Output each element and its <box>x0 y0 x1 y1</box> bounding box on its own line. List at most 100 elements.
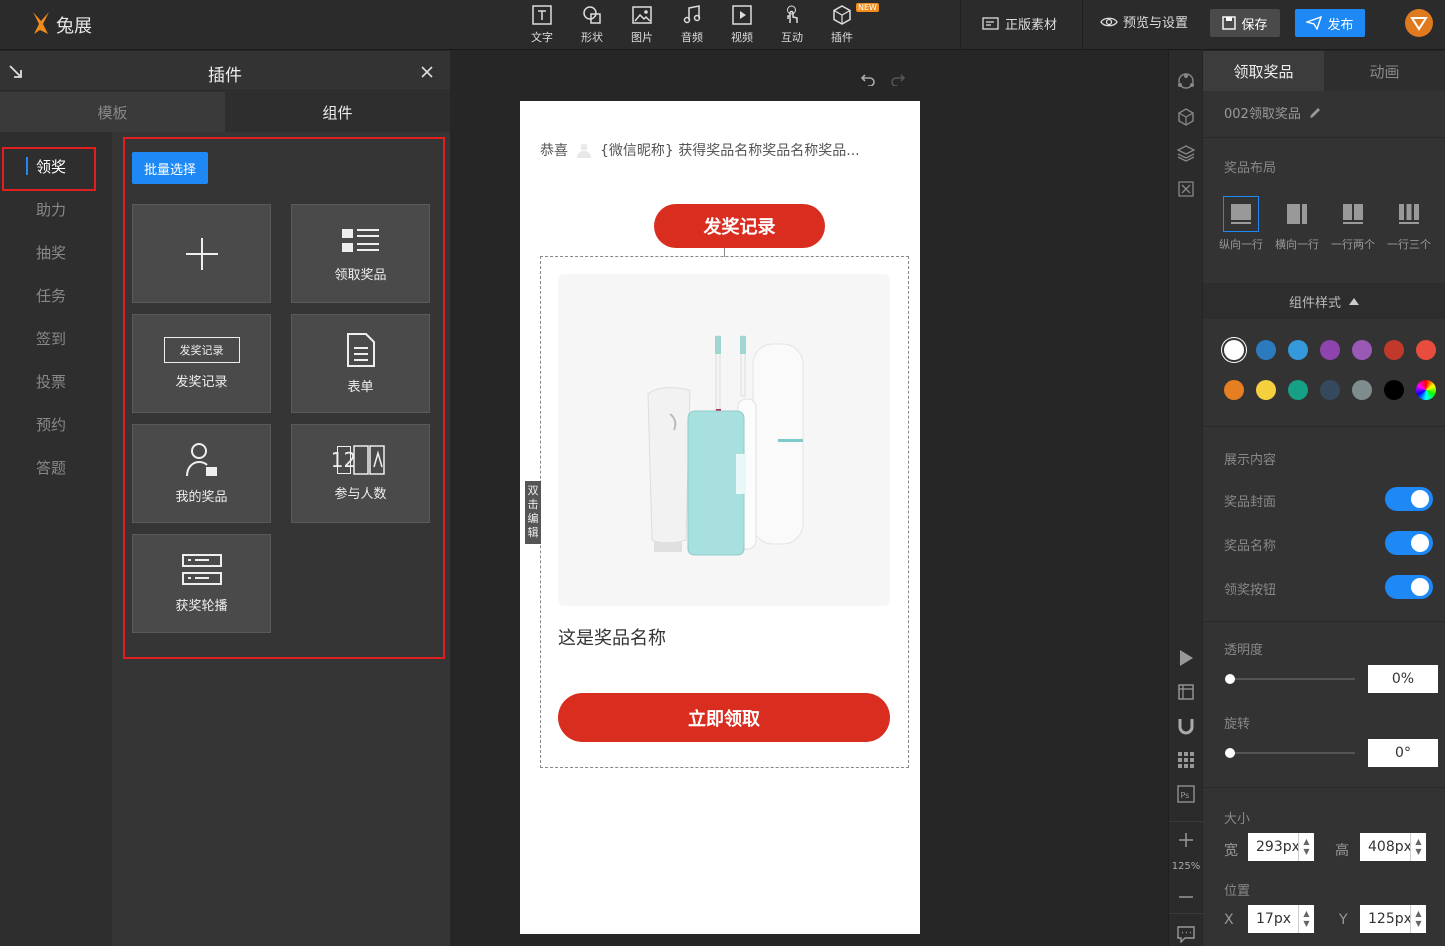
toggle-prize-cover[interactable] <box>1385 487 1433 511</box>
category-item-quiz[interactable]: 答题 <box>36 457 66 478</box>
tool-video[interactable]: 视频 <box>720 4 764 46</box>
assets-link[interactable]: 正版素材 <box>982 14 1057 33</box>
pencil-icon[interactable] <box>1309 107 1321 119</box>
tool-text[interactable]: 文字 <box>520 4 564 46</box>
assets-icon <box>982 16 999 30</box>
crop-icon[interactable] <box>1177 180 1195 198</box>
tool-label: 音频 <box>681 31 703 44</box>
add-component-tile[interactable] <box>132 204 271 303</box>
component-tile-participants[interactable]: 12 参与人数 <box>291 424 430 523</box>
tool-image[interactable]: 图片 <box>620 4 664 46</box>
color-swatch-black[interactable] <box>1384 380 1404 400</box>
category-item-assist[interactable]: 助力 <box>36 199 66 220</box>
component-tile-claim-prize[interactable]: 领取奖品 <box>291 204 430 303</box>
zoom-out-icon[interactable] <box>1177 888 1195 906</box>
color-swatch-purple-dark[interactable] <box>1320 340 1340 360</box>
color-swatch-blue-dark[interactable] <box>1256 340 1276 360</box>
opacity-slider[interactable] <box>1225 674 1355 684</box>
width-value: 293px <box>1256 839 1300 855</box>
color-swatch-purple[interactable] <box>1352 340 1372 360</box>
category-item-checkin[interactable]: 签到 <box>36 328 66 349</box>
avatar-placeholder-icon <box>577 143 591 158</box>
component-tile-award-record[interactable]: 发奖记录 发奖记录 <box>132 314 271 413</box>
film-icon[interactable] <box>1177 683 1195 701</box>
category-item-booking[interactable]: 预约 <box>36 414 66 435</box>
component-tile-my-prize[interactable]: 我的奖品 <box>132 424 271 523</box>
publish-button[interactable]: 发布 <box>1295 9 1365 37</box>
save-label: 保存 <box>1241 17 1268 33</box>
tool-shape[interactable]: 形状 <box>570 4 614 46</box>
component-name-row[interactable]: 002领取奖品 <box>1224 103 1321 122</box>
undo-icon[interactable] <box>860 72 876 86</box>
winner-marquee[interactable]: 恭喜 {微信昵称} 获得奖品名称奖品名称奖品... <box>540 139 910 161</box>
component-tile-form[interactable]: 表单 <box>291 314 430 413</box>
app-logo[interactable]: 兔展 <box>28 8 92 42</box>
color-swatch-gray[interactable] <box>1352 380 1372 400</box>
preview-settings-link[interactable]: 预览与设置 <box>1100 12 1188 31</box>
width-stepper[interactable]: ▲ ▼ <box>1298 833 1314 861</box>
layout-option-horizontal-row[interactable]: 横向一行 <box>1270 196 1324 252</box>
color-swatch-blue[interactable] <box>1288 340 1308 360</box>
layout-option-vertical-row[interactable]: 纵向一行 <box>1214 196 1268 252</box>
x-stepper[interactable]: ▲ ▼ <box>1298 905 1314 933</box>
magnet-icon[interactable] <box>1177 717 1195 735</box>
color-swatch-teal[interactable] <box>1288 380 1308 400</box>
height-input[interactable]: 408px ▲ ▼ <box>1360 833 1426 861</box>
grid-icon[interactable] <box>1177 751 1195 769</box>
color-swatch-navy[interactable] <box>1320 380 1340 400</box>
close-icon[interactable] <box>421 66 433 78</box>
toggle-claim-button[interactable] <box>1385 575 1433 599</box>
slider-knob[interactable] <box>1225 674 1235 684</box>
component-style-toggle[interactable]: 组件样式 <box>1203 283 1445 319</box>
opacity-input[interactable]: 0% <box>1368 665 1438 693</box>
tab-claim-prize[interactable]: 领取奖品 <box>1203 51 1324 91</box>
color-swatch-yellow[interactable] <box>1256 380 1276 400</box>
slider-knob[interactable] <box>1225 748 1235 758</box>
prize-cover-image[interactable] <box>558 274 890 606</box>
user-avatar[interactable] <box>1405 9 1433 37</box>
tool-audio[interactable]: 音频 <box>670 4 714 46</box>
zoom-in-icon[interactable] <box>1177 831 1195 849</box>
toggle-label-cover: 奖品封面 <box>1224 495 1277 510</box>
play-icon[interactable] <box>1177 649 1195 667</box>
color-picker-rainbow[interactable] <box>1416 380 1436 400</box>
layers-icon[interactable] <box>1177 144 1195 162</box>
comment-icon[interactable] <box>1177 925 1195 943</box>
tab-templates[interactable]: 模板 <box>0 92 225 132</box>
save-button[interactable]: 保存 <box>1210 9 1280 37</box>
category-item-award[interactable]: 领奖 <box>36 156 66 177</box>
layout-option-two-per-row[interactable]: 一行两个 <box>1326 196 1380 252</box>
category-item-task[interactable]: 任务 <box>36 285 66 306</box>
prize-name-text[interactable]: 这是奖品名称 <box>558 624 666 650</box>
video-icon <box>732 5 752 25</box>
rotate-slider[interactable] <box>1225 748 1355 758</box>
layout-option-three-per-row[interactable]: 一行三个 <box>1382 196 1436 252</box>
tool-interact[interactable]: 互动 <box>770 4 814 46</box>
claim-now-button[interactable]: 立即领取 <box>558 693 890 742</box>
height-stepper[interactable]: ▲ ▼ <box>1410 833 1426 861</box>
batch-select-button[interactable]: 批量选择 <box>132 152 208 184</box>
cube-icon[interactable] <box>1177 108 1195 126</box>
award-record-button[interactable]: 发奖记录 <box>654 204 825 248</box>
rotate-input[interactable]: 0° <box>1368 739 1438 767</box>
color-swatch-red-dark[interactable] <box>1384 340 1404 360</box>
width-input[interactable]: 293px ▲ ▼ <box>1248 833 1314 861</box>
photoshop-icon[interactable]: Ps <box>1177 785 1195 803</box>
tool-plugin[interactable]: 插件 NEW <box>820 3 879 46</box>
tab-components[interactable]: 组件 <box>225 92 450 132</box>
tab-animation[interactable]: 动画 <box>1324 51 1445 91</box>
component-tile-winner-carousel[interactable]: 获奖轮播 <box>132 534 271 633</box>
category-item-lottery[interactable]: 抽奖 <box>36 242 66 263</box>
color-swatch-orange[interactable] <box>1224 380 1244 400</box>
toggle-prize-name[interactable] <box>1385 531 1433 555</box>
y-stepper[interactable]: ▲ ▼ <box>1410 905 1426 933</box>
tool-label: 互动 <box>781 31 803 44</box>
phone-canvas[interactable]: 恭喜 {微信昵称} 获得奖品名称奖品名称奖品... 发奖记录 这是奖品名称 立即… <box>520 101 920 934</box>
people-icon[interactable] <box>1177 72 1195 90</box>
x-input[interactable]: 17px ▲ ▼ <box>1248 905 1314 933</box>
color-swatch-red[interactable] <box>1416 340 1436 360</box>
y-input[interactable]: 125px ▲ ▼ <box>1360 905 1426 933</box>
redo-icon[interactable] <box>890 72 906 86</box>
category-item-vote[interactable]: 投票 <box>36 371 66 392</box>
color-swatch-white[interactable] <box>1224 340 1244 360</box>
